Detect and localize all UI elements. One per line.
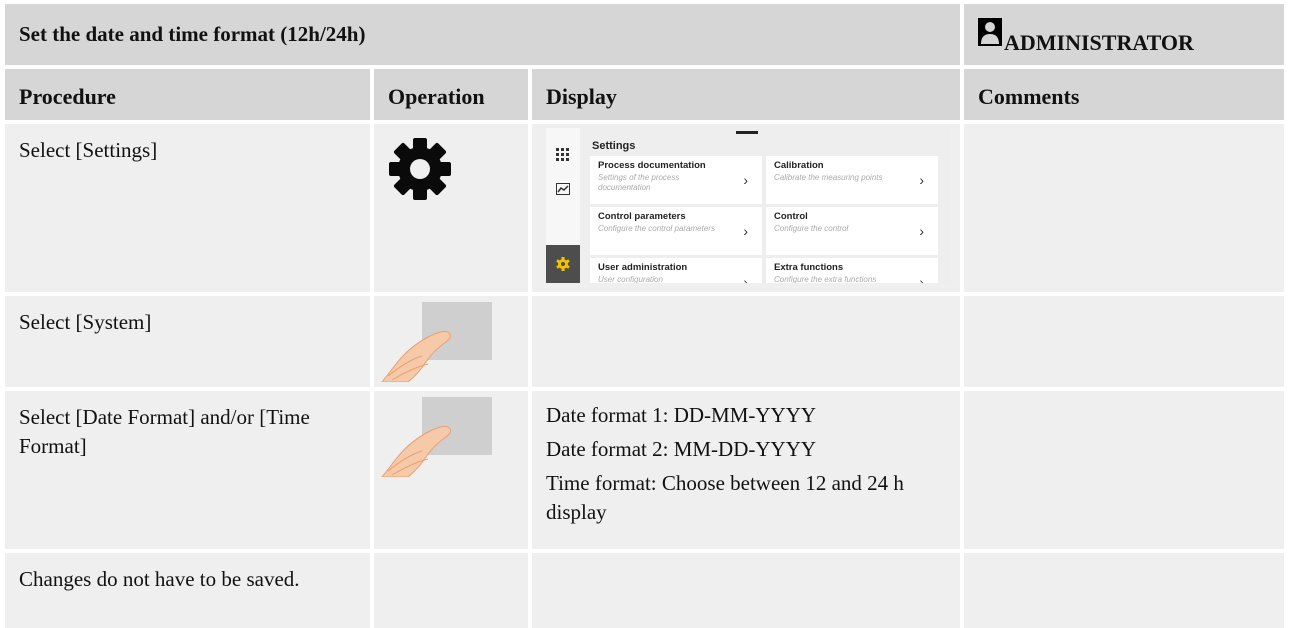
display-cell-3: Date format 1: DD-MM-YYYY Date format 2:… <box>532 391 960 549</box>
date-format-1: Date format 1: DD-MM-YYYY <box>546 403 817 427</box>
procedure-cell-2: Select [System] <box>5 296 370 387</box>
procedure-cell-4: Changes do not have to be saved. <box>5 553 370 628</box>
tile-control[interactable]: Control Configure the control › <box>766 207 938 255</box>
tile-title: Extra functions <box>774 262 844 273</box>
tile-control-parameters[interactable]: Control parameters Configure the control… <box>590 207 762 255</box>
chevron-right-icon: › <box>919 274 924 283</box>
tile-title: Calibration <box>774 160 824 171</box>
tile-subtitle: Configure the extra functions <box>774 275 877 283</box>
procedure-cell-3: Select [Date Format] and/or [Time Format… <box>5 391 370 549</box>
procedure-text: Select [Date Format] and/or [Time Format… <box>19 405 310 458</box>
comments-cell-1 <box>964 124 1284 292</box>
chevron-right-icon: › <box>743 172 748 188</box>
user-icon <box>978 18 1002 46</box>
finger-tap-icon <box>381 302 492 382</box>
section-title: Set the date and time format (12h/24h) <box>5 4 960 65</box>
operation-cell-1 <box>374 124 528 292</box>
comments-cell-2 <box>964 296 1284 387</box>
comments-cell-4 <box>964 553 1284 628</box>
procedure-cell-1: Select [Settings] <box>5 124 370 292</box>
finger-tap-icon <box>381 397 492 477</box>
tile-subtitle: Calibrate the measuring points <box>774 173 883 182</box>
operation-cell-3 <box>374 391 528 549</box>
tile-title: Process documentation <box>598 160 706 171</box>
chevron-right-icon: › <box>743 274 748 283</box>
procedure-text: Changes do not have to be saved. <box>19 567 300 591</box>
tile-title: Control <box>774 211 808 222</box>
column-header-comments: Comments <box>964 69 1284 120</box>
tile-user-administration[interactable]: User administration User configuration › <box>590 258 762 283</box>
tile-process-documentation[interactable]: Process documentation Settings of the pr… <box>590 156 762 204</box>
settings-gear-icon <box>556 257 570 271</box>
chevron-right-icon: › <box>919 223 924 239</box>
tile-title: Control parameters <box>598 211 686 222</box>
display-cell-2 <box>532 296 960 387</box>
date-format-2: Date format 2: MM-DD-YYYY <box>546 437 817 461</box>
role-badge: ADMINISTRATOR <box>964 4 1284 65</box>
role-label: ADMINISTRATOR <box>1004 30 1194 55</box>
apps-grid-icon <box>556 148 569 161</box>
procedure-text: Select [Settings] <box>19 138 158 162</box>
tile-extra-functions[interactable]: Extra functions Configure the extra func… <box>766 258 938 283</box>
comments-cell-3 <box>964 391 1284 549</box>
column-header-procedure: Procedure <box>5 69 370 120</box>
tile-subtitle: Settings of the process documentation <box>598 173 680 192</box>
chart-icon <box>556 183 570 195</box>
chevron-right-icon: › <box>743 223 748 239</box>
column-header-display: Display <box>532 69 960 120</box>
tile-subtitle: Configure the control <box>774 224 849 233</box>
time-format: Time format: Choose between 12 and 24 h … <box>546 471 904 524</box>
procedure-text: Select [System] <box>19 310 152 334</box>
column-header-operation: Operation <box>374 69 528 120</box>
tile-calibration[interactable]: Calibration Calibrate the measuring poin… <box>766 156 938 204</box>
chevron-right-icon: › <box>919 172 924 188</box>
tile-title: User administration <box>598 262 688 273</box>
top-indicator <box>736 131 758 134</box>
operation-cell-4 <box>374 553 528 628</box>
tile-subtitle: Configure the control parameters <box>598 224 715 233</box>
sidebar-item-settings[interactable] <box>546 245 580 283</box>
gear-icon <box>389 138 451 200</box>
display-cell-4 <box>532 553 960 628</box>
settings-title: Settings <box>592 140 636 152</box>
operation-cell-2 <box>374 296 528 387</box>
settings-screen-preview: Settings Process documentation Settings … <box>546 128 950 283</box>
tile-subtitle: User configuration <box>598 275 663 283</box>
